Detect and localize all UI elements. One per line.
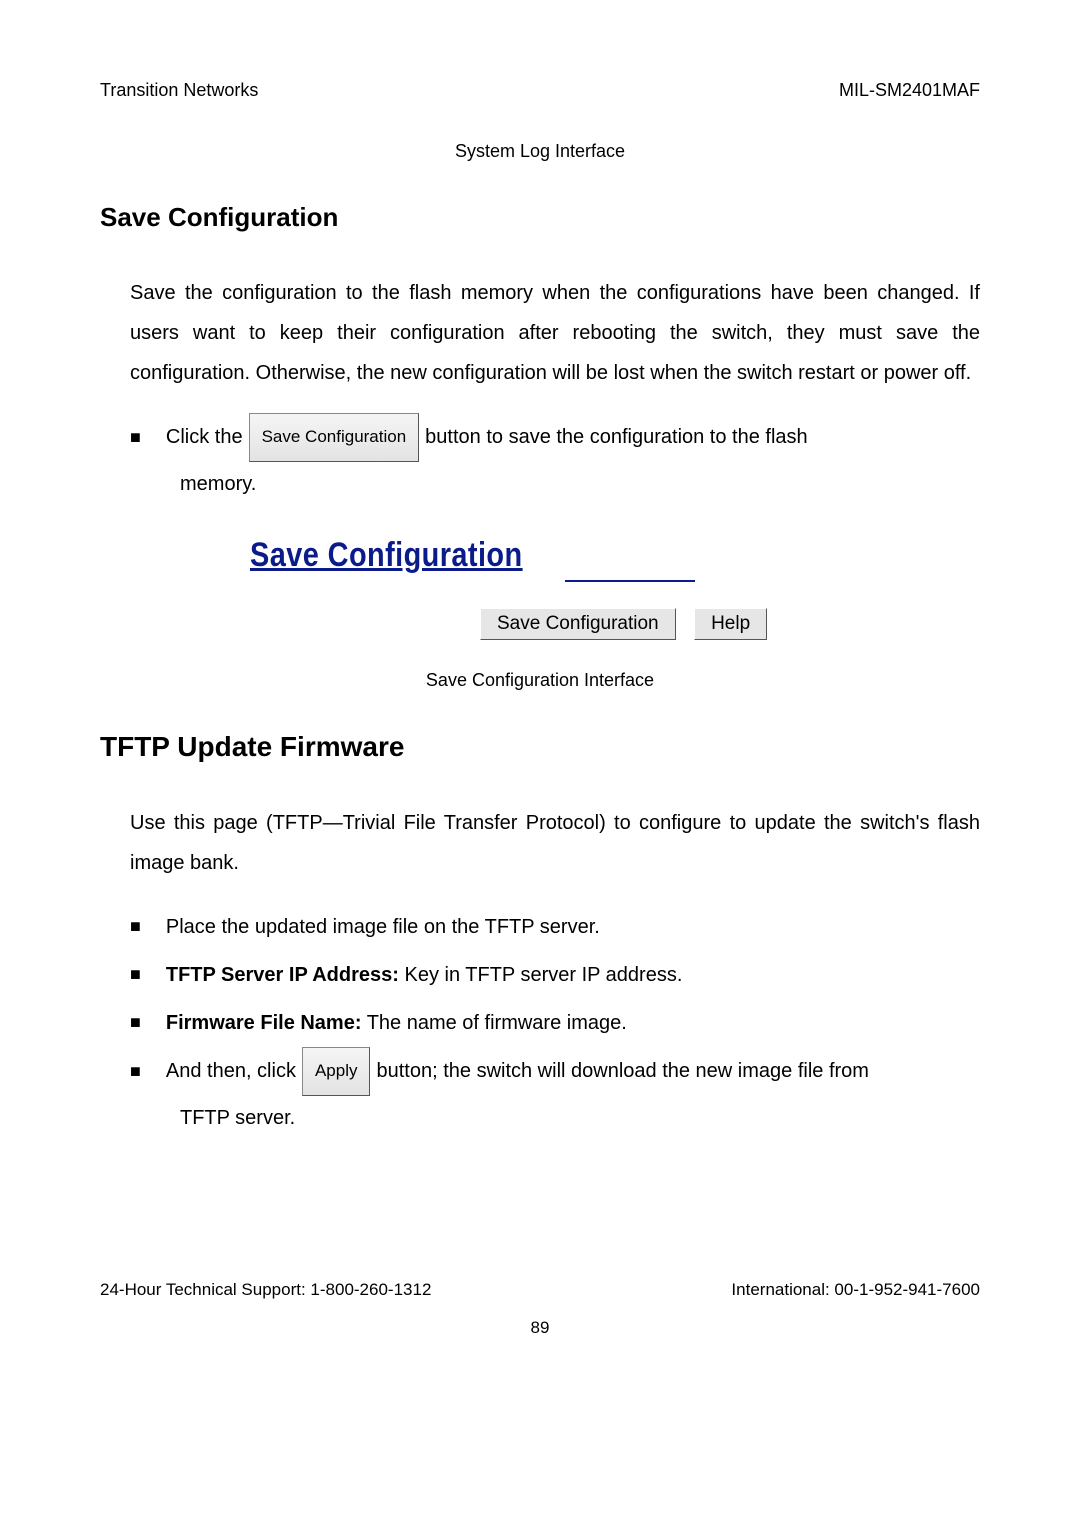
tftp-bullet-1: ■ Place the updated image file on the TF… — [130, 903, 980, 951]
screenshot-title: Save Configuration — [250, 536, 523, 575]
title-underline — [565, 580, 695, 582]
bullet-marker-icon: ■ — [130, 1050, 141, 1093]
page-footer: 24-Hour Technical Support: 1-800-260-131… — [100, 1280, 980, 1300]
footer-right: International: 00-1-952-941-7600 — [731, 1280, 980, 1300]
bullet-rest: Key in TFTP server IP address. — [399, 964, 682, 986]
bullet-text-prefix: And then, click — [166, 1047, 296, 1095]
screenshot-save-button[interactable]: Save Configuration — [480, 608, 676, 640]
bullet-text-continue: TFTP server. — [180, 1096, 980, 1140]
bullet-bold: Firmware File Name: — [166, 1012, 362, 1034]
bullet-bold: TFTP Server IP Address: — [166, 964, 399, 986]
heading-save-configuration: Save Configuration — [100, 202, 980, 233]
bullet-text: TFTP Server IP Address: Key in TFTP serv… — [166, 951, 683, 999]
header-right: MIL-SM2401MAF — [839, 80, 980, 101]
bullet-marker-icon: ■ — [130, 1001, 141, 1044]
bullet-text-suffix: button to save the configuration to the … — [425, 413, 807, 461]
bullet-marker-icon: ■ — [130, 416, 141, 459]
heading-tftp-update-firmware: TFTP Update Firmware — [100, 731, 980, 763]
bullet-marker-icon: ■ — [130, 953, 141, 996]
bullet-text-suffix: button; the switch will download the new… — [376, 1047, 868, 1095]
save-config-screenshot: Save Configuration Save Configuration He… — [250, 536, 980, 640]
footer-left: 24-Hour Technical Support: 1-800-260-131… — [100, 1280, 431, 1300]
caption-system-log: System Log Interface — [100, 141, 980, 162]
save-configuration-button[interactable]: Save Configuration — [249, 413, 420, 462]
bullet-text: Place the updated image file on the TFTP… — [166, 903, 600, 951]
tftp-bullet-3: ■ Firmware File Name: The name of firmwa… — [130, 999, 980, 1047]
apply-button[interactable]: Apply — [302, 1047, 371, 1096]
bullet-rest: The name of firmware image. — [362, 1012, 627, 1034]
tftp-paragraph: Use this page (TFTP—Trivial File Transfe… — [130, 803, 980, 883]
bullet-text-prefix: Click the — [166, 413, 243, 461]
bullet-text: Firmware File Name: The name of firmware… — [166, 999, 627, 1047]
tftp-bullet-4: ■ And then, click Apply button; the swit… — [130, 1047, 980, 1096]
bullet-text-continue: memory. — [180, 462, 980, 506]
tftp-bullet-2: ■ TFTP Server IP Address: Key in TFTP se… — [130, 951, 980, 999]
screenshot-help-button[interactable]: Help — [694, 608, 767, 640]
caption-save-config-interface: Save Configuration Interface — [100, 670, 980, 691]
save-config-paragraph: Save the configuration to the flash memo… — [130, 273, 980, 393]
page-number: 89 — [100, 1318, 980, 1338]
header-left: Transition Networks — [100, 80, 258, 101]
bullet-marker-icon: ■ — [130, 905, 141, 948]
save-config-bullet: ■ Click the Save Configuration button to… — [130, 413, 980, 462]
page-header: Transition Networks MIL-SM2401MAF — [100, 80, 980, 101]
